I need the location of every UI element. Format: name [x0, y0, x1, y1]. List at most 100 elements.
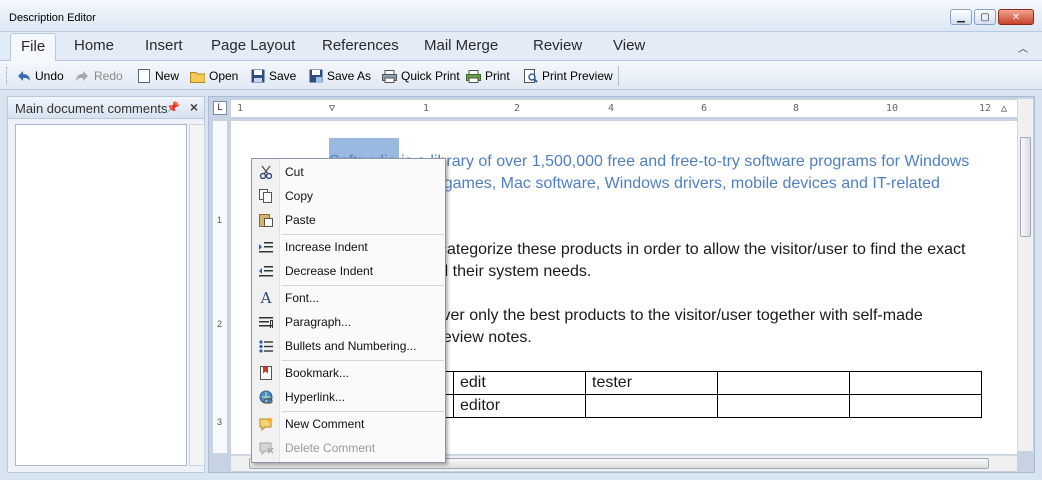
tab-references[interactable]: References	[322, 37, 399, 54]
window-title: Description Editor	[9, 12, 96, 24]
table-cell[interactable]	[849, 371, 982, 395]
comments-pane: Main document comments 📌 ×	[7, 96, 205, 473]
table-row: edit tester	[421, 371, 982, 395]
tab-review[interactable]: Review	[533, 37, 582, 54]
menu-item-increase-indent[interactable]: Increase Indent	[252, 236, 445, 258]
folder-icon	[190, 69, 205, 83]
menu-item-new-comment[interactable]: New Comment	[252, 413, 445, 435]
menu-item-hyperlink[interactable]: Hyperlink...	[252, 386, 445, 408]
menu-label: Font...	[285, 291, 320, 305]
horizontal-ruler[interactable]: 1 ▽ 1 2 4 6 8 10 12 △	[231, 100, 1027, 118]
quick-print-button[interactable]: Quick Print	[382, 67, 460, 85]
maximize-button[interactable]: ▢	[974, 9, 996, 25]
undo-button[interactable]: Undo	[16, 67, 64, 85]
menu-label: Paragraph...	[285, 315, 352, 329]
tab-stop-selector[interactable]: L	[213, 101, 227, 115]
ruler-mark: 1	[237, 103, 244, 114]
table-cell[interactable]	[717, 394, 850, 418]
menu-item-delete-comment: Delete Comment	[252, 437, 445, 459]
comments-list[interactable]	[15, 124, 187, 466]
comments-pane-title: Main document comments	[15, 101, 168, 116]
context-menu: Cut Copy Paste Increase Indent Decrease …	[251, 158, 446, 463]
paragraph-icon	[258, 314, 274, 330]
tab-page-layout[interactable]: Page Layout	[211, 37, 295, 54]
table-cell[interactable]: tester	[585, 371, 718, 395]
menu-separator	[282, 360, 444, 361]
open-label: Open	[209, 69, 239, 83]
close-button[interactable]: ✕	[998, 9, 1034, 25]
paste-icon	[258, 212, 274, 228]
toolbar-separator	[618, 66, 619, 86]
menu-label: Copy	[285, 189, 314, 203]
comments-pane-header: Main document comments 📌 ×	[8, 97, 204, 119]
ruler-mark: 12	[979, 103, 992, 114]
table-cell[interactable]	[585, 394, 718, 418]
tab-mail-merge[interactable]: Mail Merge	[424, 37, 498, 54]
print-icon	[466, 69, 481, 83]
vertical-scrollbar[interactable]	[1017, 99, 1033, 451]
new-button[interactable]: New	[136, 67, 179, 85]
menu-label: Decrease Indent	[285, 264, 374, 278]
ruler-mark: 6	[701, 103, 708, 114]
font-icon: A	[260, 289, 272, 307]
save-button[interactable]: Save	[250, 67, 296, 85]
menu-item-decrease-indent[interactable]: Decrease Indent	[252, 260, 445, 282]
close-pane-icon[interactable]: ×	[190, 99, 198, 115]
menu-separator	[282, 411, 444, 412]
comments-scrollbar[interactable]	[189, 124, 205, 466]
menu-label: Paste	[285, 213, 316, 227]
vertical-ruler[interactable]: 1 2 3	[213, 121, 228, 453]
table-cell[interactable]	[717, 371, 850, 395]
table-cell[interactable]: editor	[453, 394, 586, 418]
menu-label: Cut	[285, 165, 304, 179]
menu-item-bookmark[interactable]: Bookmark...	[252, 362, 445, 384]
menu-separator	[282, 234, 444, 235]
vertical-scroll-thumb[interactable]	[1020, 137, 1031, 237]
print-label: Print	[485, 69, 510, 83]
new-document-icon	[136, 69, 151, 83]
save-label: Save	[269, 69, 297, 83]
redo-icon	[75, 69, 90, 83]
tab-file[interactable]: File	[10, 33, 57, 61]
print-preview-button[interactable]: Print Preview	[523, 67, 613, 85]
redo-button[interactable]: Redo	[75, 67, 123, 85]
menu-item-bullets-numbering[interactable]: Bullets and Numbering...	[252, 335, 445, 357]
tab-insert[interactable]: Insert	[145, 37, 183, 54]
menu-item-cut[interactable]: Cut	[252, 161, 445, 183]
menu-label: Delete Comment	[285, 441, 376, 455]
print-button[interactable]: Print	[466, 67, 510, 85]
table-row: editor	[421, 394, 982, 418]
menu-label: Increase Indent	[285, 240, 368, 254]
quick-toolbar: Undo Redo New Open Save Save As Quick Pr…	[0, 61, 1042, 90]
ribbon-tabs: File Home Insert Page Layout References …	[0, 32, 1042, 61]
ruler-mark: 1	[423, 103, 430, 114]
document-table: edit tester editor	[421, 371, 982, 418]
ribbon-collapse-icon[interactable]: ︿	[1018, 40, 1028, 55]
toolbar-grip[interactable]	[6, 67, 9, 85]
table-cell[interactable]: edit	[453, 371, 586, 395]
ruler-mark: 4	[608, 103, 615, 114]
pin-icon[interactable]: 📌	[166, 101, 180, 114]
scissors-icon	[258, 164, 274, 180]
menu-item-paragraph[interactable]: Paragraph...	[252, 311, 445, 333]
menu-item-copy[interactable]: Copy	[252, 185, 445, 207]
menu-label: Bullets and Numbering...	[285, 339, 417, 353]
print-preview-label: Print Preview	[542, 69, 613, 83]
new-label: New	[155, 69, 180, 83]
tab-view[interactable]: View	[613, 37, 645, 54]
new-comment-icon	[258, 416, 274, 432]
vruler-mark: 1	[217, 215, 223, 225]
menu-item-paste[interactable]: Paste	[252, 209, 445, 231]
table-cell[interactable]	[849, 394, 982, 418]
print-preview-icon	[523, 69, 538, 83]
minimize-button[interactable]: ▁	[950, 9, 972, 25]
vruler-mark: 3	[217, 417, 223, 427]
vruler-mark: 2	[217, 319, 223, 329]
hyperlink-icon	[258, 389, 274, 405]
tab-home[interactable]: Home	[74, 37, 114, 54]
menu-item-font[interactable]: A Font...	[252, 287, 445, 309]
increase-indent-icon	[258, 239, 274, 255]
save-as-button[interactable]: Save As	[308, 67, 371, 85]
window-controls: ▁ ▢ ✕	[950, 9, 1034, 25]
open-button[interactable]: Open	[190, 67, 238, 85]
